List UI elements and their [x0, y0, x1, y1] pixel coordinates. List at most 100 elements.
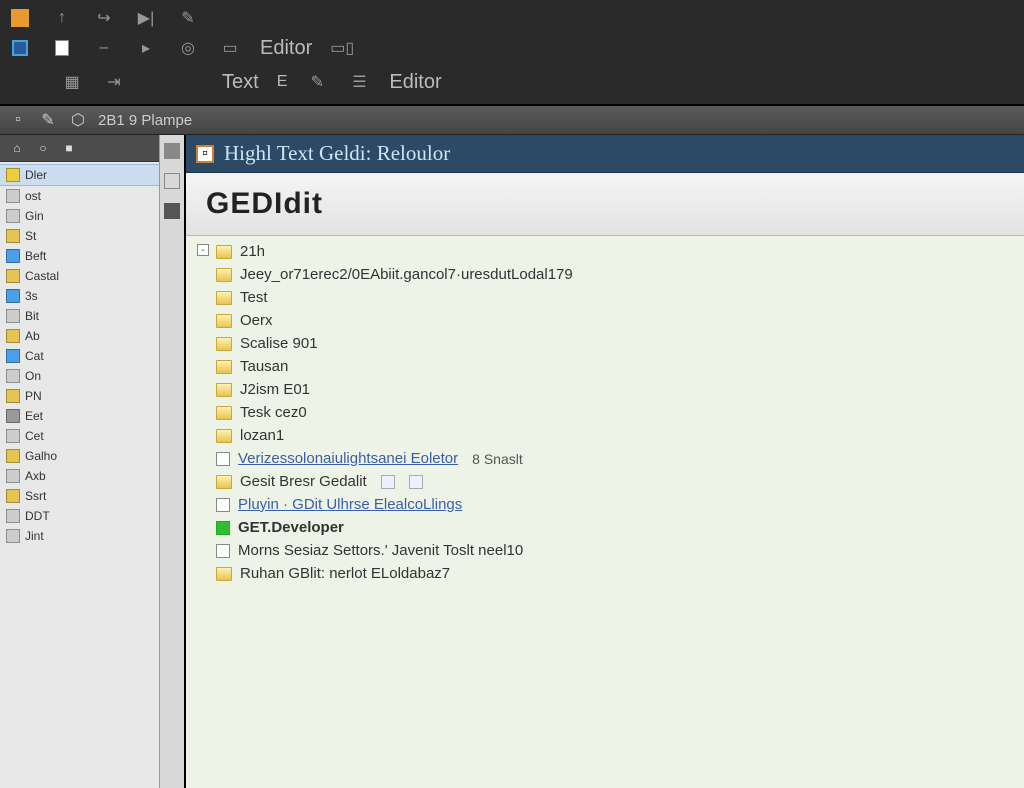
grid-icon[interactable]: [8, 36, 32, 60]
sidebar-item[interactable]: Jint: [0, 526, 159, 546]
up-arrow-icon[interactable]: ↑: [50, 6, 74, 30]
tree-row[interactable]: J2ism E01: [214, 378, 1024, 401]
mini-strip: [160, 135, 186, 788]
tree-row-label: Test: [240, 289, 268, 306]
folder-icon: [216, 337, 232, 351]
tree-row[interactable]: Gesit Bresr Gedalit: [214, 470, 1024, 493]
toolbar2-label-text: Text: [222, 71, 259, 94]
skip-end-icon[interactable]: ▶|: [134, 6, 158, 30]
sidebar-item-label: Ssrt: [25, 489, 46, 503]
tree-row[interactable]: Pluyin · GDit Ulhrse ElealcoLlings: [214, 493, 1024, 516]
sidebar-item[interactable]: Castal: [0, 266, 159, 286]
tab-brush-icon[interactable]: ✎: [38, 110, 58, 130]
sidebar-item[interactable]: Bit: [0, 306, 159, 326]
sidebar-item[interactable]: Axb: [0, 466, 159, 486]
sidebar-item-icon: [6, 309, 20, 323]
sidebar-item[interactable]: Beft: [0, 246, 159, 266]
folder-icon: [216, 383, 232, 397]
sidebar-tab-home-icon[interactable]: ⌂: [10, 141, 24, 155]
play-small-icon[interactable]: ▸: [134, 36, 158, 60]
sidebar-tab-stop-icon[interactable]: ■: [62, 141, 76, 155]
brush-icon[interactable]: ✎: [305, 70, 329, 94]
mini-strip-item-1[interactable]: [164, 143, 180, 159]
sidebar-item[interactable]: Cet: [0, 426, 159, 446]
tree-row[interactable]: Test: [214, 286, 1024, 309]
tree-row[interactable]: Verizessolonaiulightsanei Eoletor8 Snasl…: [214, 447, 1024, 470]
sidebar-item-label: Bit: [25, 309, 39, 323]
sidebar-item[interactable]: 3s: [0, 286, 159, 306]
checkbox-icon: [216, 452, 230, 466]
tree-row[interactable]: Morns Sesiaz Settors.' Javenit Toslt nee…: [214, 539, 1024, 562]
tab-label[interactable]: 2B1 9 Plampe: [98, 112, 192, 129]
app-icon[interactable]: [8, 6, 32, 30]
sidebar-item-label: DDT: [25, 509, 50, 523]
tree-row-label: Morns Sesiaz Settors.' Javenit Toslt nee…: [238, 542, 523, 559]
tree-row-label: Tesk cez0: [240, 404, 307, 421]
sidebar-item-icon: [6, 249, 20, 263]
sidebar-item[interactable]: On: [0, 366, 159, 386]
mini-strip-item-2[interactable]: [164, 173, 180, 189]
sidebar-item-icon: [6, 189, 20, 203]
panel-icon[interactable]: ▭: [218, 36, 242, 60]
tree-row[interactable]: GET.Developer: [214, 516, 1024, 539]
sidebar-item[interactable]: Ab: [0, 326, 159, 346]
sidebar-item[interactable]: Galho: [0, 446, 159, 466]
tree-row[interactable]: Scalise 901: [214, 332, 1024, 355]
badge-icon: [381, 475, 395, 489]
folder-icon: [216, 429, 232, 443]
sidebar-item[interactable]: DDT: [0, 506, 159, 526]
sidebar-item-icon: [6, 409, 20, 423]
tree-row-extra: 8 Snaslt: [472, 451, 523, 467]
sidebar-item-icon: [6, 449, 20, 463]
sidebar-item[interactable]: Cat: [0, 346, 159, 366]
indent-icon[interactable]: ⇥: [102, 70, 126, 94]
sidebar-item-icon: [6, 209, 20, 223]
sidebar-item-label: Gin: [25, 209, 44, 223]
redo-arrow-icon[interactable]: ↪: [92, 6, 116, 30]
sidebar-item[interactable]: PN: [0, 386, 159, 406]
top-toolbar-2: – ▸ ◎ ▭ Editor ▭▯: [0, 36, 1024, 66]
tree-row[interactable]: lozan1: [214, 424, 1024, 447]
form-icon[interactable]: ☰: [347, 70, 371, 94]
folder-icon: [216, 567, 232, 581]
sidebar-item[interactable]: Ssrt: [0, 486, 159, 506]
split-panel-icon[interactable]: ▭▯: [330, 36, 354, 60]
tab-doc-icon[interactable]: ▫: [8, 110, 28, 130]
sidebar-item-icon: [6, 269, 20, 283]
tab-shield-icon[interactable]: ⬡: [68, 110, 88, 130]
sidebar-item[interactable]: St: [0, 226, 159, 246]
collapse-toggle-icon[interactable]: -: [197, 244, 209, 256]
sidebar-item-label: Cet: [25, 429, 44, 443]
top-toolbar: ↑ ↪ ▶| ✎: [0, 0, 1024, 36]
tree-row-label: 21h: [240, 243, 265, 260]
tree-row-label: lozan1: [240, 427, 284, 444]
sidebar-item[interactable]: ost: [0, 186, 159, 206]
tree-row-label: Oerx: [240, 312, 273, 329]
tree-row[interactable]: Jeey_or71erec2/0EAbiit.gancol7·uresdutLo…: [214, 263, 1024, 286]
grid2-icon[interactable]: ▦: [60, 70, 84, 94]
sidebar-tab-circle-icon[interactable]: ○: [36, 141, 50, 155]
folder-icon: [216, 291, 232, 305]
sidebar-item-icon: [6, 168, 20, 182]
tree-row[interactable]: Oerx: [214, 309, 1024, 332]
target-icon[interactable]: ◎: [176, 36, 200, 60]
sidebar-item[interactable]: Eet: [0, 406, 159, 426]
tree-row[interactable]: Tausan: [214, 355, 1024, 378]
sidebar-item-icon: [6, 349, 20, 363]
pencil-icon[interactable]: ✎: [176, 6, 200, 30]
tree-collapse-gutter: -: [192, 240, 214, 585]
tab-bar: ▫ ✎ ⬡ 2B1 9 Plampe: [0, 106, 1024, 135]
sidebar-item[interactable]: Dler: [0, 164, 159, 186]
minus-icon[interactable]: –: [92, 36, 116, 60]
mini-strip-item-3[interactable]: [164, 203, 180, 219]
toolbar2-label-e: E: [277, 73, 288, 91]
tree-row-label: Ruhan GBlit: nerlot ELoldabaz7: [240, 565, 450, 582]
tree-row-label: Gesit Bresr Gedalit: [240, 473, 367, 490]
folder-icon: [216, 475, 232, 489]
sidebar-item-icon: [6, 289, 20, 303]
doc-icon[interactable]: [50, 36, 74, 60]
tree-row[interactable]: Tesk cez0: [214, 401, 1024, 424]
tree-row[interactable]: 21h: [214, 240, 1024, 263]
sidebar-item[interactable]: Gin: [0, 206, 159, 226]
tree-row[interactable]: Ruhan GBlit: nerlot ELoldabaz7: [214, 562, 1024, 585]
